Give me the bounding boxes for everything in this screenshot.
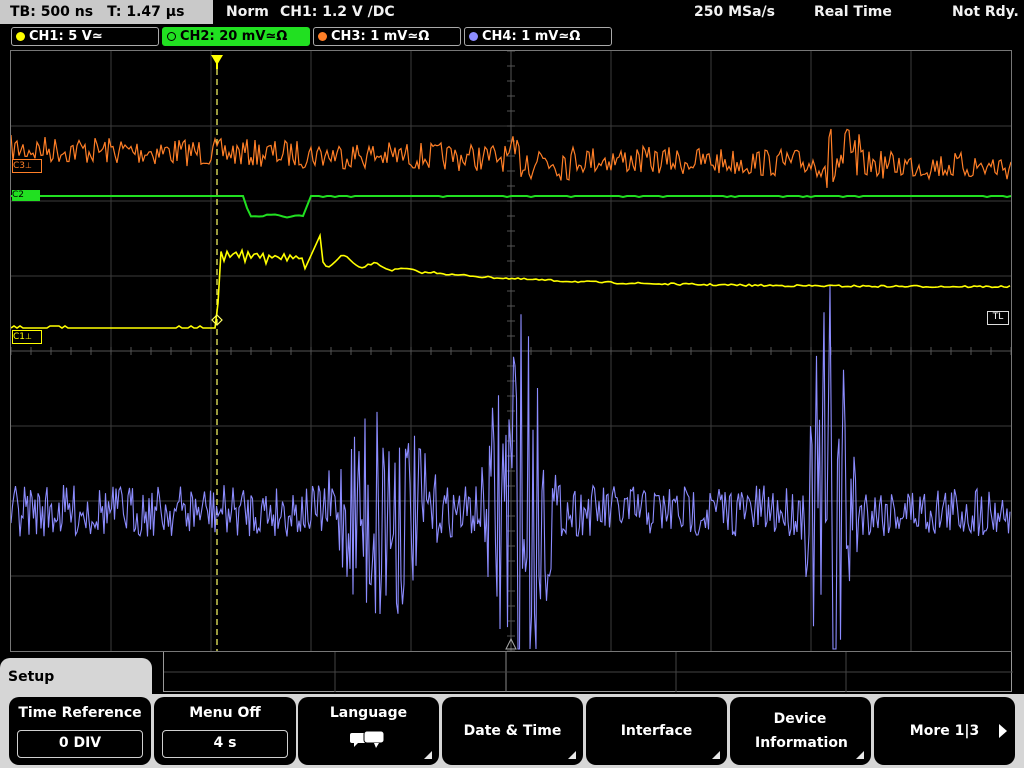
interface-submenu-icon (712, 751, 720, 759)
language-softkey[interactable]: Language (298, 697, 439, 765)
menu-off-softkey[interactable]: Menu Off 4 s (154, 697, 296, 765)
ch3-label: CH3: 1 mV≃Ω (331, 29, 430, 44)
graticule-center-axes (11, 51, 1011, 651)
ch4-color-icon (469, 32, 478, 41)
device-information-softkey[interactable]: Device Information (730, 697, 871, 765)
speech-bubbles-icon (350, 730, 385, 748)
top-status-bar: TB: 500 ns T: 1.47 µs Norm CH1: 1.2 V ∕DC… (0, 0, 1024, 26)
interface-label: Interface (620, 723, 693, 739)
trigger-time-value: T: 1.47 µs (107, 4, 185, 20)
sample-rate: 250 MSa/s (694, 4, 776, 20)
ch4-label: CH4: 1 mV≃Ω (482, 29, 581, 44)
trigger-status: Not Rdy. (952, 4, 1019, 20)
trigger-level-marker[interactable]: TL (987, 311, 1009, 325)
ch1-label: CH1: 5 V≃ (29, 29, 103, 44)
next-page-icon (999, 724, 1007, 738)
channel-tab-ch1[interactable]: CH1: 5 V≃ (11, 27, 159, 46)
interface-softkey[interactable]: Interface (586, 697, 727, 765)
waveform-canvas (11, 51, 1011, 651)
time-reference-value: 0 DIV (17, 730, 143, 758)
device-information-submenu-icon (856, 751, 864, 759)
channel-tab-ch3[interactable]: CH3: 1 mV≃Ω (313, 27, 461, 46)
timebase-box[interactable]: TB: 500 ns T: 1.47 µs (0, 0, 213, 24)
ch1-color-icon (16, 32, 25, 41)
trigger-info[interactable]: CH1: 1.2 V ∕DC (280, 0, 395, 25)
device-information-label: Device Information (755, 711, 848, 751)
channel-tab-ch2[interactable]: CH2: 20 mV≃Ω (162, 27, 310, 46)
more-softkey[interactable]: More 1|3 (874, 697, 1015, 765)
language-label: Language (329, 705, 408, 721)
ch2-offset-marker[interactable]: C2 (12, 190, 40, 201)
acquisition-mode: Real Time (814, 4, 892, 20)
menu-title: Setup (0, 658, 152, 698)
waveform-display[interactable]: C3⊥ C2 C1⊥ TL (10, 50, 1012, 652)
info-grid (164, 652, 1013, 692)
time-reference-label: Time Reference (18, 705, 142, 721)
menu-off-label: Menu Off (189, 705, 261, 721)
ch3-offset-marker[interactable]: C3⊥ (12, 159, 42, 173)
menu-off-value: 4 s (162, 730, 288, 758)
date-time-submenu-icon (568, 751, 576, 759)
ch2-color-icon (167, 32, 176, 41)
ch1-offset-marker[interactable]: C1⊥ (12, 330, 42, 344)
language-submenu-icon (424, 751, 432, 759)
more-label: More 1|3 (909, 723, 980, 739)
trigger-mode[interactable]: Norm (226, 0, 269, 25)
ch3-color-icon (318, 32, 327, 41)
info-area (163, 652, 1013, 692)
date-time-label: Date & Time (463, 723, 562, 739)
timebase-value: TB: 500 ns (10, 4, 94, 20)
time-reference-softkey[interactable]: Time Reference 0 DIV (9, 697, 151, 765)
ch2-label: CH2: 20 mV≃Ω (180, 29, 288, 44)
date-time-softkey[interactable]: Date & Time (442, 697, 583, 765)
channel-tab-ch4[interactable]: CH4: 1 mV≃Ω (464, 27, 612, 46)
